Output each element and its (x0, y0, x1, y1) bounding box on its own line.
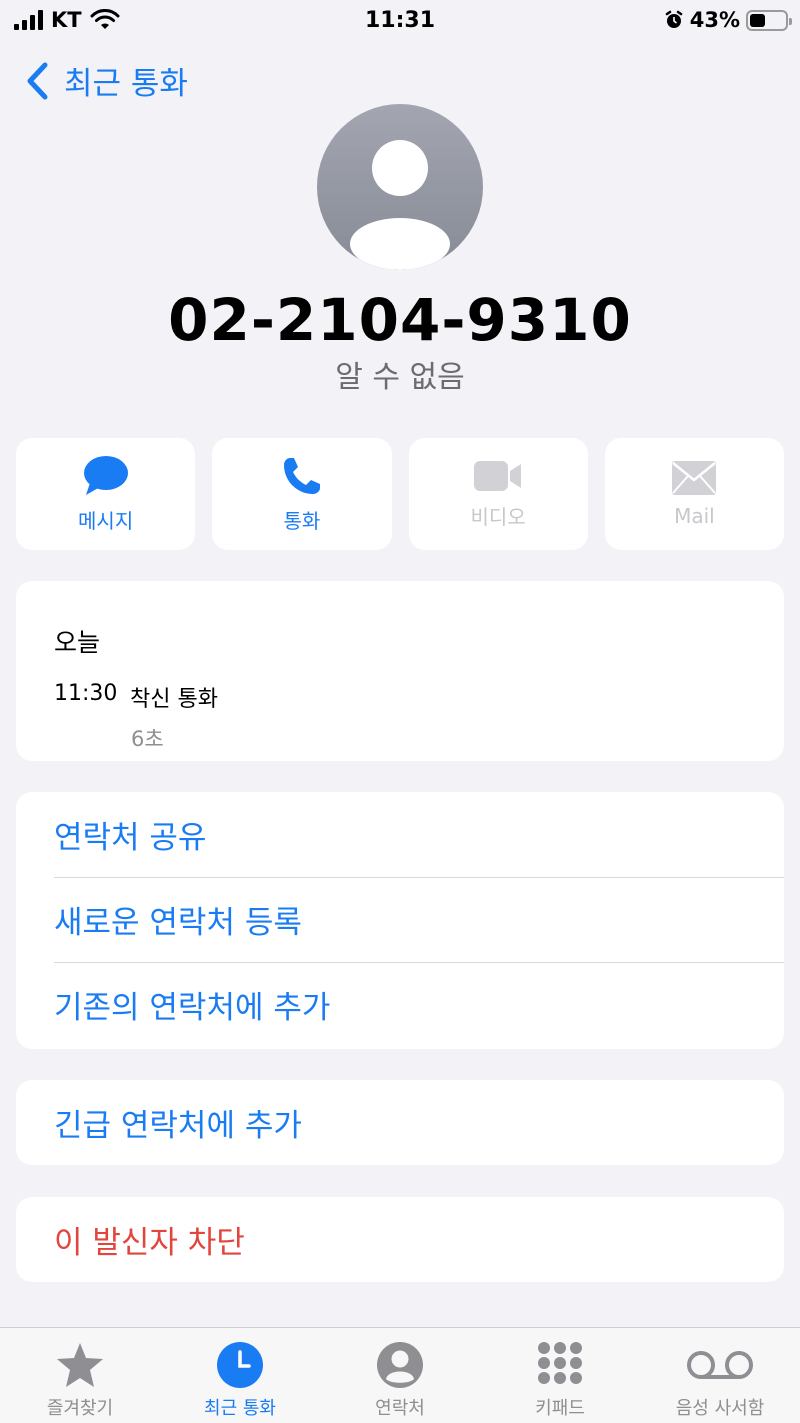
tab-favorites[interactable]: 즐겨찾기 (0, 1328, 160, 1423)
contact-icon (377, 1342, 423, 1388)
status-bar: KT 11:31 43% (0, 0, 800, 42)
tab-label: 즐겨찾기 (46, 1398, 114, 1419)
mail-button[interactable]: Mail (604, 438, 784, 550)
share-contact-button[interactable]: 연락처 공유 (16, 792, 784, 877)
envelope-icon (672, 461, 717, 495)
call-history-entry: 11:30 착신 통화 (54, 681, 784, 713)
tab-keypad[interactable]: 키패드 (480, 1328, 640, 1423)
tab-label: 최근 통화 (204, 1398, 276, 1419)
phone-number: 02-2104-9310 (168, 286, 632, 354)
new-contact-button[interactable]: 새로운 연락처 등록 (16, 877, 784, 962)
action-buttons: 메시지 통화 비디오 Mail (16, 438, 784, 550)
video-camera-icon (474, 460, 522, 491)
add-emergency-contact-button[interactable]: 긴급 연락처에 추가 (16, 1080, 784, 1165)
back-button[interactable]: 최근 통화 (24, 58, 188, 103)
person-silhouette-icon (350, 140, 450, 270)
history-section-title: 오늘 (54, 628, 101, 657)
keypad-icon (538, 1342, 582, 1384)
contact-avatar (317, 104, 483, 270)
add-to-existing-contact-button[interactable]: 기존의 연락처에 추가 (16, 962, 784, 1047)
call-type: 착신 통화 (130, 687, 218, 712)
battery-level (750, 13, 765, 27)
tab-label: 음성 사서함 (675, 1398, 765, 1419)
tab-label: 연락처 (375, 1398, 425, 1419)
call-history-card: 오늘 11:30 착신 통화 6초 (16, 581, 784, 761)
video-label: 비디오 (470, 504, 526, 529)
tab-recents[interactable]: 최근 통화 (160, 1328, 320, 1423)
mail-label: Mail (674, 504, 715, 528)
video-button[interactable]: 비디오 (408, 438, 588, 550)
message-label: 메시지 (78, 508, 134, 533)
chevron-left-icon (27, 62, 48, 99)
clock-icon (217, 1342, 263, 1388)
alarm-icon (665, 10, 682, 28)
block-card: 이 발신자 차단 (16, 1197, 784, 1282)
call-time: 11:30 (54, 681, 118, 706)
battery-percent: 43% (689, 8, 740, 32)
battery-icon (746, 9, 792, 31)
message-button[interactable]: 메시지 (16, 438, 196, 550)
voicemail-icon (687, 1351, 753, 1379)
call-label: 통화 (283, 508, 321, 533)
call-duration: 6초 (131, 727, 164, 751)
caller-subtitle: 알 수 없음 (335, 360, 465, 395)
phone-icon (283, 457, 320, 494)
tab-voicemail[interactable]: 음성 사서함 (640, 1328, 800, 1423)
message-bubble-icon (83, 455, 128, 495)
star-icon (57, 1343, 103, 1387)
emergency-card: 긴급 연락처에 추가 (16, 1080, 784, 1165)
back-label: 최근 통화 (64, 66, 188, 102)
block-caller-button[interactable]: 이 발신자 차단 (16, 1197, 784, 1282)
contact-options-menu: 연락처 공유 새로운 연락처 등록 기존의 연락처에 추가 (16, 792, 784, 1049)
tab-contacts[interactable]: 연락처 (320, 1328, 480, 1423)
tab-label: 키패드 (535, 1398, 585, 1419)
call-button[interactable]: 통화 (212, 438, 392, 550)
tab-bar: 즐겨찾기 최근 통화 연락처 키패드 음성 사서함 (0, 1327, 800, 1423)
